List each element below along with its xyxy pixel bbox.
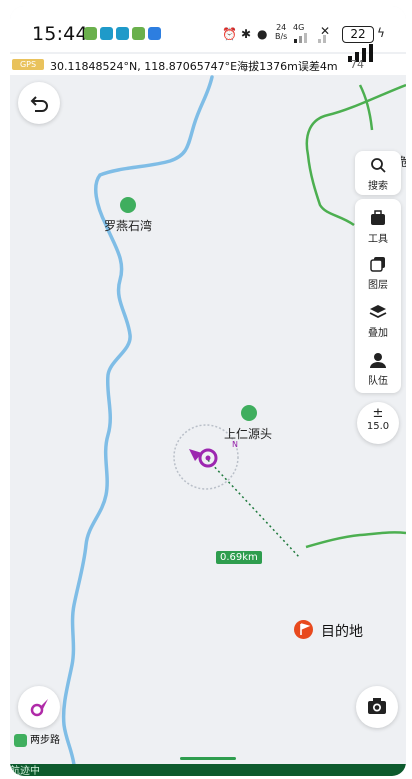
map-canvas: [61, 75, 406, 767]
location-icon: ●: [257, 27, 268, 41]
net-speed-unit: B/s: [275, 32, 288, 41]
back-button[interactable]: [18, 82, 60, 124]
compass-north-label: N: [232, 440, 238, 449]
bluetooth-icon: ✱: [241, 27, 252, 41]
notification-app-icon: [148, 27, 161, 40]
distance-label: 0.69km: [216, 551, 262, 564]
coordinate-readout: 30.11848524°N, 118.87065747°E海拔1376m误差4m: [50, 60, 338, 73]
compass-mode-button[interactable]: [18, 686, 60, 728]
camera-icon: [368, 698, 386, 714]
notification-app-icon: [100, 27, 113, 40]
zoom-level-button[interactable]: ± 15.0: [357, 402, 399, 444]
team-button[interactable]: 队伍: [355, 343, 401, 389]
team-label: 队伍: [368, 376, 388, 387]
compass-icon: [30, 699, 48, 717]
layers-button[interactable]: 图层: [355, 247, 401, 293]
person-marker-icon[interactable]: [120, 197, 136, 213]
charging-icon: ϟ: [377, 26, 385, 40]
phone-screen: 15:44 ⏰ ✱ ● 24 B/s 4G ✕ 22 ϟ GPS 30.1184…: [10, 6, 406, 776]
app-brand-label: 两步路: [30, 735, 60, 746]
net-speed: 24 B/s: [275, 23, 287, 41]
trail-path: [305, 531, 406, 549]
net-speed-value: 24: [276, 23, 287, 32]
camera-button[interactable]: [356, 686, 398, 728]
nav-handle[interactable]: [180, 757, 236, 760]
tracking-status-strip: 航迹中: [10, 764, 406, 776]
status-bar: 15:44 ⏰ ✱ ● 24 B/s 4G ✕ 22 ϟ: [10, 6, 406, 52]
notification-app-icon: [132, 27, 145, 40]
tools-label: 工具: [368, 234, 388, 245]
overlay-button[interactable]: 叠加: [355, 295, 401, 341]
notification-app-icon: [84, 27, 97, 40]
destination-label[interactable]: 目的地: [321, 621, 363, 641]
river-path: [61, 75, 214, 767]
search-button[interactable]: 搜索: [355, 151, 401, 195]
tracking-status-label: 航迹中: [10, 766, 40, 776]
search-icon: [371, 158, 386, 173]
stack-icon: [369, 305, 387, 319]
person-marker-icon[interactable]: [241, 405, 257, 421]
status-time: 15:44: [32, 23, 88, 45]
map-view[interactable]: 跪 罗燕石湾 上仁源头 N 0.69km 目的地 搜索: [10, 75, 406, 776]
coordinate-fragment: 74: [350, 58, 364, 71]
battery-indicator: 22: [342, 26, 374, 43]
tools-button[interactable]: 工具: [355, 201, 401, 247]
layers-label: 图层: [368, 280, 388, 291]
search-label: 搜索: [368, 181, 388, 192]
notification-app-icon: [116, 27, 129, 40]
alarm-icon: ⏰: [222, 27, 237, 41]
destination-flag-icon[interactable]: [294, 620, 313, 639]
back-arrow-icon: [30, 96, 48, 112]
zoom-plus-minus-icon: ±: [372, 406, 384, 421]
gps-logo: GPS: [12, 59, 44, 70]
app-logo-icon: [14, 733, 27, 747]
overlay-label: 叠加: [368, 328, 388, 339]
no-signal-icon: ✕: [320, 24, 331, 38]
poi-label[interactable]: 罗燕石湾: [104, 217, 152, 234]
coordinate-bar: GPS 30.11848524°N, 118.87065747°E海拔1376m…: [10, 44, 406, 75]
zoom-level-value: 15.0: [366, 421, 390, 432]
app-brand-tag: 两步路: [14, 731, 60, 747]
team-icon: [370, 353, 386, 368]
toolbox-icon: [371, 210, 385, 225]
map-tools-panel: 工具 图层 叠加 队伍: [355, 199, 401, 393]
layers-icon: [370, 257, 385, 272]
trail-path: [358, 84, 374, 131]
